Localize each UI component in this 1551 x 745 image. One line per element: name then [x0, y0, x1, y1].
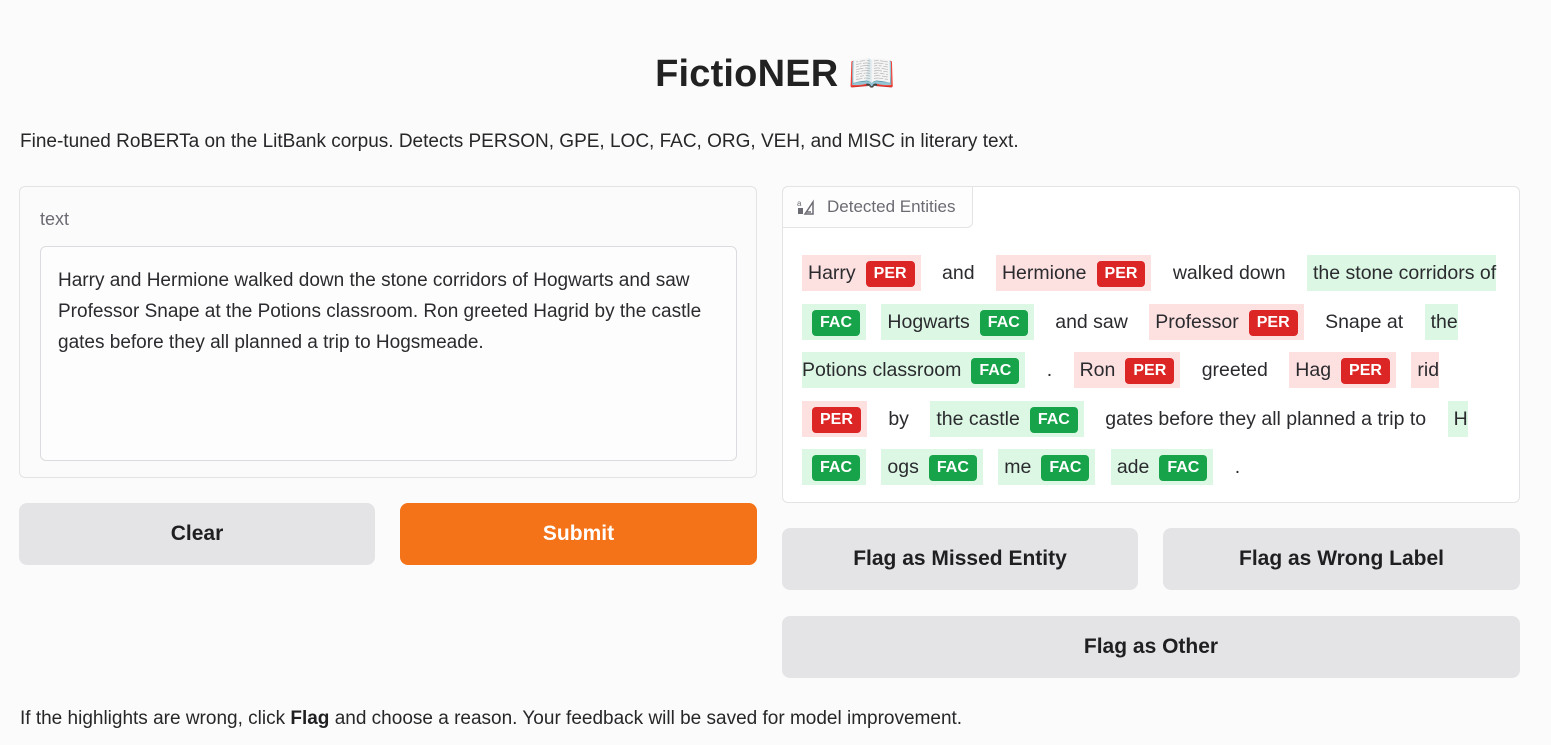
entity-token-per: Harry PER: [802, 255, 921, 291]
entity-token-per: Professor PER: [1149, 303, 1304, 340]
detected-entities-tab: a Detected Entities: [782, 186, 973, 228]
token-text: Professor: [1155, 310, 1239, 333]
entity-label-badge: PER: [1341, 358, 1390, 384]
entity-token-fac: ade FAC: [1110, 449, 1214, 485]
page-title: FictioNER 📖: [0, 52, 1551, 96]
entity-token-fac: ogs FAC: [881, 449, 983, 485]
token-text: greeted: [1201, 359, 1268, 381]
token-text: by: [888, 407, 909, 430]
token-text: Hermione: [1001, 262, 1087, 284]
token-text: H: [1453, 407, 1468, 430]
plain-token: greeted: [1196, 352, 1274, 388]
token-text: ogs: [887, 456, 919, 478]
plain-token: .: [1041, 352, 1058, 388]
token-text: walked down: [1172, 262, 1286, 284]
token-text: me: [1004, 456, 1032, 478]
entity-label-badge: PER: [865, 261, 915, 287]
plain-token: by: [882, 401, 915, 437]
token-text: .: [1046, 359, 1053, 381]
token-text: .: [1234, 456, 1241, 478]
text-input-label: text: [40, 209, 70, 229]
entity-label-badge: PER: [1248, 309, 1298, 336]
app-page: FictioNER 📖 Fine-tuned RoBERTa on the Lit…: [0, 0, 1551, 745]
token-text: Harry: [808, 262, 856, 284]
book-icon: 📖: [848, 53, 896, 95]
entity-label-badge: PER: [1096, 261, 1146, 287]
entity-label-badge: PER: [812, 406, 861, 433]
entity-label-badge: FAC: [1041, 455, 1090, 481]
plain-token: Snape at: [1319, 304, 1409, 340]
input-panel: text Harry and Hermione walked down the …: [19, 186, 757, 478]
detected-entities-panel: a Detected Entities Harry PER and Hermion…: [782, 186, 1520, 503]
flag-wrong-label-button[interactable]: Flag as Wrong Label: [1163, 528, 1520, 590]
detected-entities-tab-label: Detected Entities: [827, 197, 956, 216]
entity-token-per: Hermione PER: [995, 255, 1152, 291]
token-text: Ron: [1079, 359, 1116, 381]
token-text: the stone corridors of: [1313, 262, 1497, 284]
token-text: Hogwarts: [887, 310, 970, 333]
entity-token-fac: me FAC: [998, 449, 1096, 485]
submit-button[interactable]: Submit: [400, 503, 757, 565]
token-text: and: [942, 262, 975, 284]
token-text: Hag: [1295, 359, 1332, 381]
svg-text:a: a: [797, 199, 802, 208]
plain-token: walked down: [1167, 255, 1292, 291]
plain-token: .: [1229, 449, 1246, 485]
entity-token-fac: Hogwarts FAC: [881, 303, 1034, 340]
feedback-note: If the highlights are wrong, click Flag …: [20, 708, 962, 730]
app-description: Fine-tuned RoBERTa on the LitBank corpus…: [20, 131, 1019, 152]
entity-label-badge: FAC: [812, 309, 860, 336]
feedback-note-flag: Flag: [290, 708, 330, 729]
flag-other-button[interactable]: Flag as Other: [782, 616, 1520, 678]
plain-token: and: [936, 255, 981, 291]
entity-label-badge: PER: [1125, 358, 1175, 384]
entity-label-badge: FAC: [1159, 455, 1208, 481]
entity-token-fac: the castle FAC: [930, 400, 1084, 437]
highlighted-text: Harry PER and Hermione PER walked down the…: [802, 249, 1502, 492]
entity-label-badge: FAC: [812, 455, 860, 481]
plain-token: gates before they all planned a trip to: [1099, 401, 1432, 437]
entity-label-badge: FAC: [928, 455, 977, 481]
feedback-note-start: If the highlights are wrong, click: [20, 708, 291, 729]
entity-label-badge: FAC: [971, 358, 1020, 384]
token-text: gates before they all planned a trip to: [1105, 407, 1427, 430]
entity-label-badge: FAC: [979, 309, 1028, 336]
entity-token-per: Hag PER: [1289, 352, 1396, 388]
entity-token-per: Ron PER: [1073, 352, 1181, 388]
text-highlight-icon: a: [797, 198, 815, 216]
clear-button[interactable]: Clear: [19, 503, 375, 565]
token-text: Snape at: [1325, 310, 1404, 333]
token-text: and saw: [1055, 310, 1128, 333]
token-text: the castle: [936, 407, 1020, 430]
text-input-area[interactable]: Harry and Hermione walked down the stone…: [40, 246, 737, 461]
plain-token: and saw: [1049, 304, 1134, 340]
flag-missed-entity-button[interactable]: Flag as Missed Entity: [782, 528, 1138, 590]
entity-label-badge: FAC: [1029, 406, 1078, 433]
token-text: rid: [1417, 359, 1440, 381]
feedback-note-end: and choose a reason. Your feedback will …: [329, 708, 963, 729]
token-text: ade: [1116, 456, 1150, 478]
page-title-text: FictioNER: [655, 53, 839, 95]
